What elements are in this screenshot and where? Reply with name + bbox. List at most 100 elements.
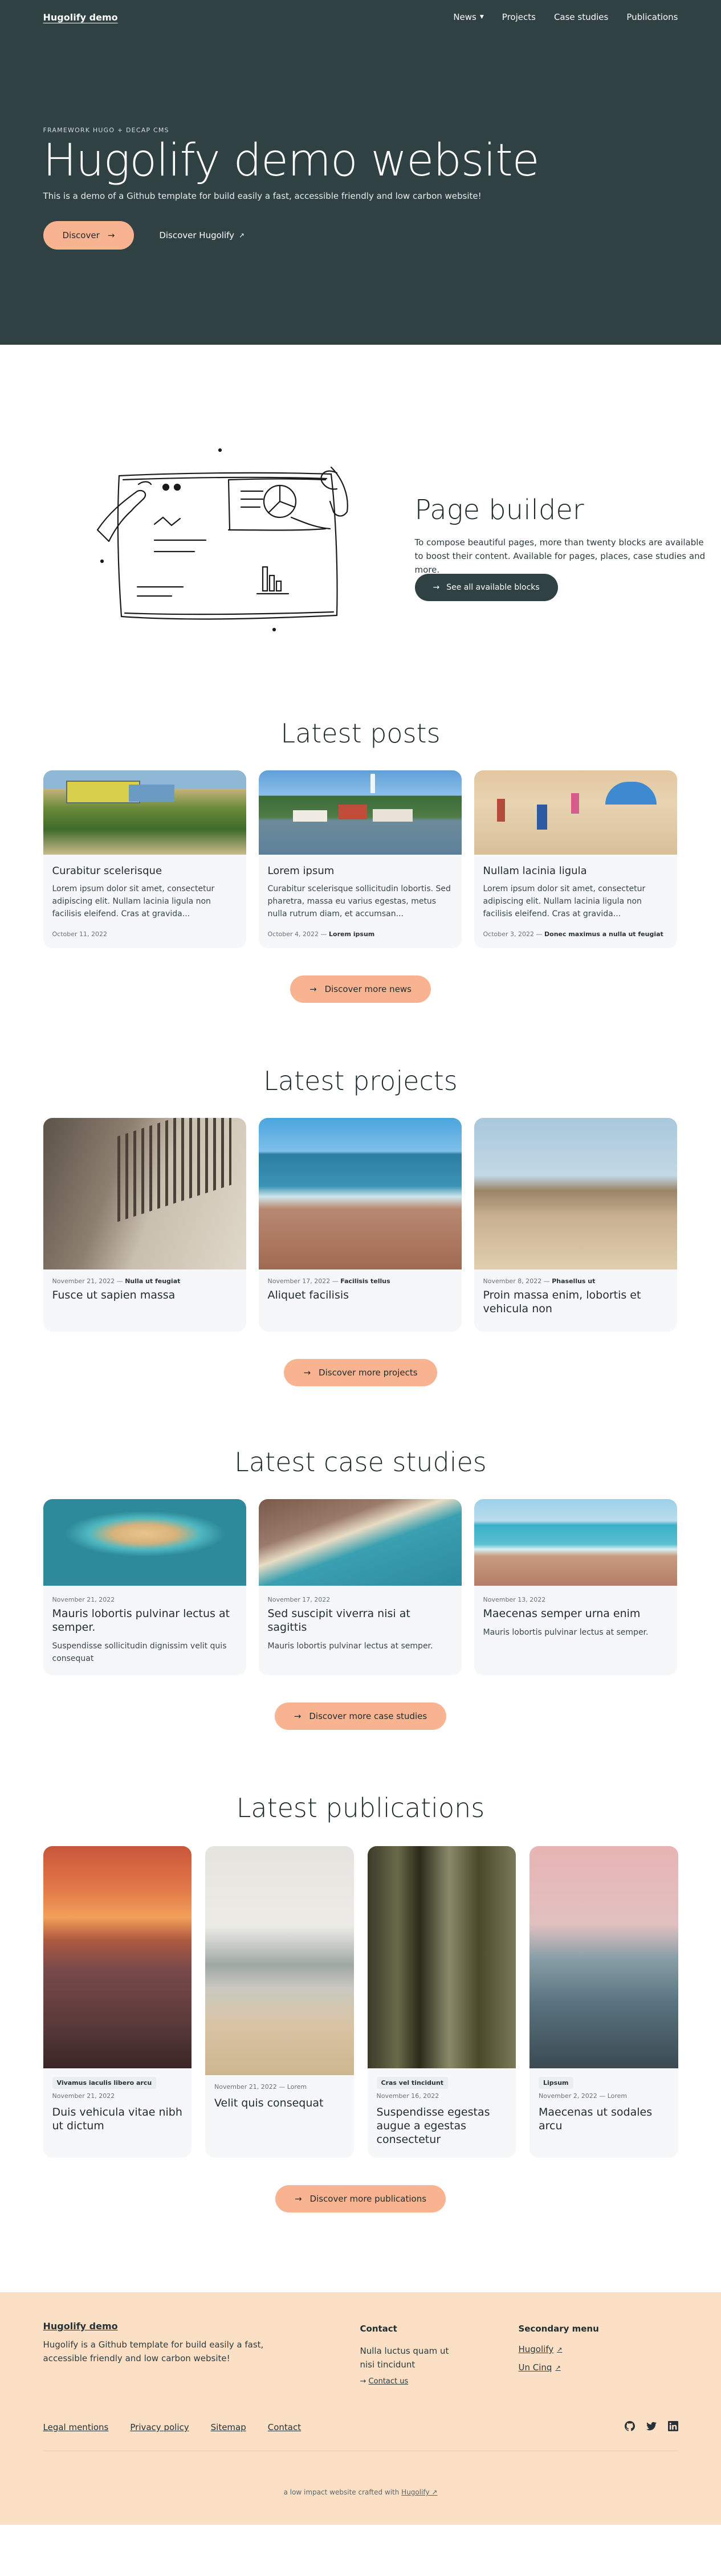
case-study-title[interactable]: Maecenas semper urna enim — [483, 1607, 668, 1620]
footer-link-un-cinq[interactable]: Un Cinq ↗ — [519, 2362, 561, 2373]
site-logo[interactable]: Hugolify demo — [43, 12, 118, 23]
footer-credit-text: a low impact website crafted with — [283, 2488, 400, 2496]
post-date: October 3, 2022 — [483, 930, 535, 938]
post-excerpt: Lorem ipsum dolor sit amet, consectetur … — [52, 884, 215, 918]
post-title[interactable]: Lorem ipsum — [268, 865, 453, 877]
footer-credit-link[interactable]: Hugolify ↗ — [401, 2488, 437, 2496]
publication-date: November 21, 2022 — [52, 2092, 115, 2100]
post-title[interactable]: Nullam lacinia ligula — [483, 865, 668, 877]
arrow-right-icon: → — [360, 2377, 366, 2386]
post-date: October 4, 2022 — [267, 930, 319, 938]
linkedin-icon[interactable] — [667, 2421, 678, 2431]
discover-more-case-studies-button[interactable]: → Discover more case studies — [274, 1703, 447, 1730]
publication-date: November 2, 2022 — [539, 2092, 597, 2100]
arrow-right-icon: → — [107, 230, 115, 240]
footer-description: Hugolify is a Github template for build … — [43, 2340, 264, 2363]
arrow-right-icon: → — [309, 984, 317, 994]
publication-title[interactable]: Duis vehicula vitae nibh ut dictum — [52, 2105, 183, 2133]
case-study-card[interactable]: November 21, 2022 Mauris lobortis pulvin… — [43, 1499, 246, 1675]
publication-image — [529, 1846, 678, 2068]
project-date: November 21, 2022 — [52, 1277, 115, 1285]
post-meta: October 3, 2022 — Donec maximus a nulla … — [483, 930, 663, 938]
contact-us-link[interactable]: Contact us — [369, 2377, 409, 2386]
latest-posts-section: Latest posts Curabitur scelerisque Lorem… — [43, 718, 678, 1003]
project-meta: November 21, 2022 — Nulla ut feugiat — [52, 1277, 181, 1285]
page-builder-illustration — [96, 448, 348, 632]
discover-button[interactable]: Discover → — [43, 221, 135, 250]
external-link-icon: ↗ — [555, 2363, 561, 2371]
discover-more-news-label: Discover more news — [324, 984, 412, 994]
project-card[interactable]: November 8, 2022 — Phasellus ut Proin ma… — [474, 1118, 677, 1332]
menu-item-news-label[interactable]: News — [453, 12, 476, 22]
footer-contact-address: Nulla luctus quam ut nisi tincidunt — [360, 2346, 449, 2370]
latest-posts-title: Latest posts — [280, 718, 441, 749]
menu-item-publications[interactable]: Publications — [626, 12, 678, 22]
publication-meta: November 21, 2022 — Lorem — [214, 2083, 307, 2091]
footer-legal-links: Legal mentions Privacy policy Sitemap Co… — [43, 2422, 302, 2432]
project-card[interactable]: November 21, 2022 — Nulla ut feugiat Fus… — [43, 1118, 246, 1332]
post-excerpt: Curabitur scelerisque sollicitudin lobor… — [267, 884, 451, 918]
case-study-card[interactable]: November 13, 2022 Maecenas semper urna e… — [474, 1499, 677, 1675]
publication-title[interactable]: Velit quis consequat — [214, 2096, 345, 2110]
menu-item-projects[interactable]: Projects — [502, 12, 536, 22]
discover-more-projects-button[interactable]: → Discover more projects — [284, 1359, 437, 1386]
project-tag: Phasellus ut — [552, 1277, 596, 1285]
case-study-excerpt: Suspendisse sollicitudin dignissim velit… — [52, 1642, 227, 1663]
publication-title[interactable]: Maecenas ut sodales arcu — [539, 2105, 669, 2133]
project-title[interactable]: Aliquet facilisis — [268, 1288, 453, 1302]
see-all-blocks-button[interactable]: → See all available blocks — [414, 574, 558, 601]
post-card[interactable]: Curabitur scelerisque Lorem ipsum dolor … — [43, 770, 246, 948]
publication-card[interactable]: Lipsum November 2, 2022 — Lorem Maecenas… — [529, 1846, 678, 2158]
discover-hugolify-label: Discover Hugolify — [159, 230, 235, 240]
case-study-title[interactable]: Sed suscipit viverra nisi at sagittis — [268, 1607, 453, 1634]
publication-image — [367, 1846, 516, 2068]
case-study-excerpt: Mauris lobortis pulvinar lectus at sempe… — [483, 1628, 649, 1637]
publication-badge: Vivamus iaculis libero arcu — [52, 2077, 157, 2089]
menu-item-news[interactable]: News ▼ — [453, 12, 483, 22]
footer-credit-link-label: Hugolify — [401, 2488, 430, 2496]
github-icon[interactable] — [624, 2421, 635, 2431]
top-navigation: Hugolify demo News ▼ Projects Case studie… — [43, 0, 678, 34]
post-card[interactable]: Nullam lacinia ligula Lorem ipsum dolor … — [474, 770, 677, 948]
case-study-title[interactable]: Mauris lobortis pulvinar lectus at sempe… — [52, 1607, 237, 1634]
discover-more-publications-label: Discover more publications — [309, 2194, 427, 2204]
publication-card[interactable]: November 21, 2022 — Lorem Velit quis con… — [205, 1846, 354, 2158]
project-tag: Facilisis tellus — [340, 1277, 390, 1285]
post-title[interactable]: Curabitur scelerisque — [52, 865, 237, 877]
contact-link[interactable]: Contact — [268, 2422, 301, 2432]
hero-subtitle: This is a demo of a Github template for … — [43, 191, 482, 201]
post-card[interactable]: Lorem ipsum Curabitur scelerisque sollic… — [258, 770, 462, 948]
discover-more-publications-button[interactable]: → Discover more publications — [275, 2185, 446, 2212]
project-title[interactable]: Proin massa enim, lobortis et vehicula n… — [483, 1288, 668, 1316]
footer-link-hugolify[interactable]: Hugolify ↗ — [519, 2344, 563, 2354]
main-menu: News ▼ Projects Case studies Publications — [453, 12, 678, 22]
case-study-image — [474, 1499, 677, 1586]
twitter-icon[interactable] — [646, 2421, 657, 2431]
privacy-policy-link[interactable]: Privacy policy — [130, 2422, 189, 2432]
project-card[interactable]: November 17, 2022 — Facilisis tellus Ali… — [258, 1118, 462, 1332]
publication-tag: Lorem — [607, 2092, 628, 2100]
legal-mentions-link[interactable]: Legal mentions — [43, 2422, 109, 2432]
case-study-card[interactable]: November 17, 2022 Sed suscipit viverra n… — [258, 1499, 462, 1675]
hero-title: Hugolify demo website — [43, 135, 540, 186]
sitemap-link[interactable]: Sitemap — [211, 2422, 246, 2432]
latest-projects-section: Latest projects November 21, 2022 — Null… — [43, 1065, 678, 1386]
case-study-image — [43, 1499, 246, 1586]
discover-more-news-button[interactable]: → Discover more news — [290, 975, 431, 1003]
footer-secondary-menu: Secondary menu Hugolify ↗ Un Cinq ↗ — [519, 2324, 599, 2381]
post-author: Donec maximus a nulla ut feugiat — [544, 930, 663, 938]
footer-logo[interactable]: Hugolify demo — [43, 2321, 118, 2332]
publication-card[interactable]: Cras vel tincidunt November 16, 2022 Sus… — [367, 1846, 516, 2158]
latest-projects-title: Latest projects — [263, 1065, 458, 1096]
publication-card[interactable]: Vivamus iaculis libero arcu November 21,… — [43, 1846, 192, 2158]
publication-title[interactable]: Suspendisse egestas augue a egestas cons… — [377, 2105, 507, 2146]
discover-more-case-studies-label: Discover more case studies — [309, 1711, 427, 1721]
project-title[interactable]: Fusce ut sapien massa — [52, 1288, 237, 1302]
post-image — [474, 770, 677, 855]
menu-item-case-studies[interactable]: Case studies — [554, 12, 608, 22]
hero-section: Hugolify demo News ▼ Projects Case studie… — [0, 0, 721, 345]
page-builder-title: Page builder — [414, 494, 584, 526]
post-excerpt: Lorem ipsum dolor sit amet, consectetur … — [483, 884, 646, 918]
discover-hugolify-link[interactable]: Discover Hugolify ↗ — [159, 230, 245, 240]
arrow-right-icon: → — [294, 1711, 302, 1721]
